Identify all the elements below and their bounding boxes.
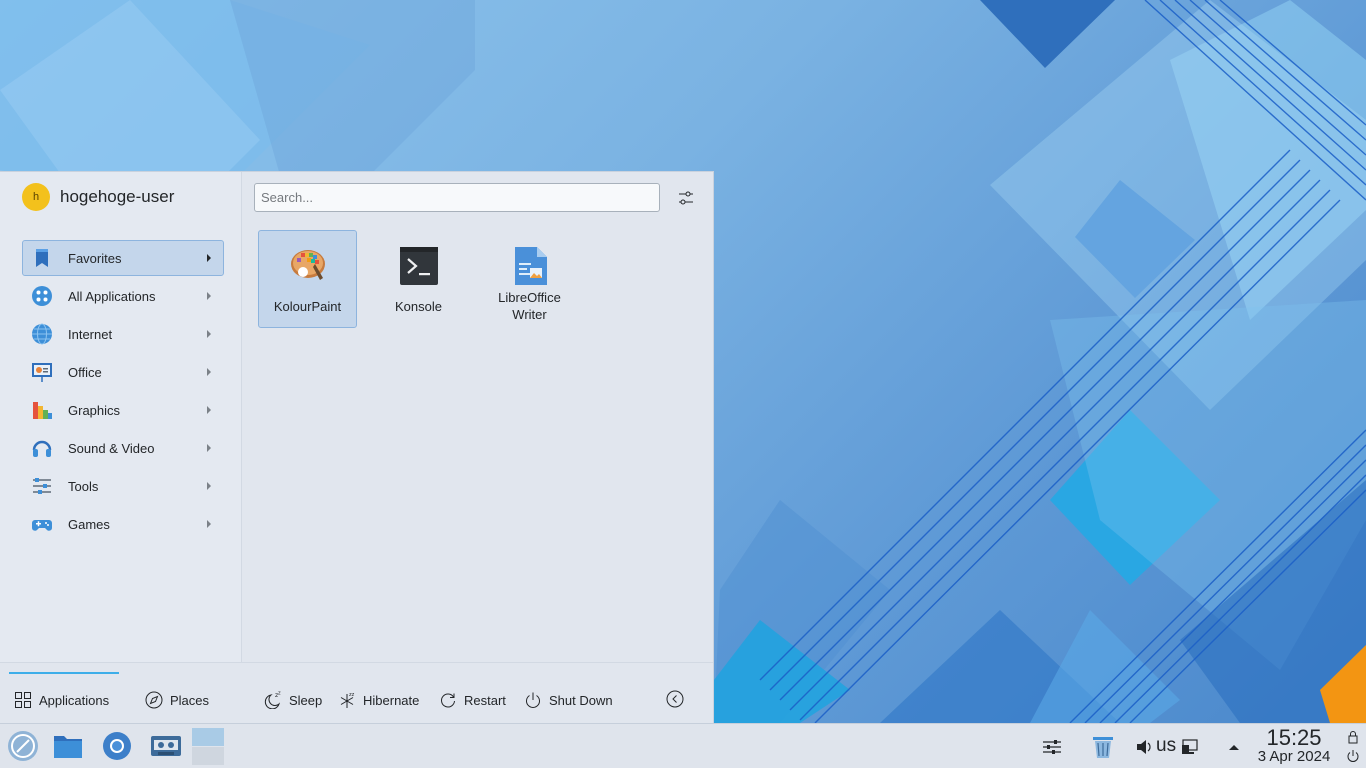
kolourpaint-icon bbox=[291, 250, 325, 280]
chevron-right-icon bbox=[207, 520, 211, 528]
libreoffice-writer-icon bbox=[515, 247, 547, 285]
user-profile[interactable]: h hogehoge-user bbox=[22, 183, 174, 211]
collapse-power-actions-button[interactable] bbox=[665, 689, 685, 709]
grid-icon bbox=[15, 692, 31, 708]
tab-label: Applications bbox=[39, 692, 110, 708]
color-palette-icon bbox=[33, 402, 52, 419]
tab-label: Places bbox=[170, 692, 210, 708]
chevron-up-icon[interactable] bbox=[1223, 736, 1245, 758]
app-label: KolourPaint bbox=[273, 299, 342, 314]
tab-places[interactable]: Places bbox=[145, 682, 209, 718]
category-label: Games bbox=[68, 516, 110, 532]
launcher-sidebar: h hogehoge-user Favorites All Applicatio… bbox=[0, 172, 242, 662]
avatar[interactable]: h bbox=[22, 183, 50, 211]
trash-icon[interactable] bbox=[1090, 734, 1116, 760]
lock-icon[interactable] bbox=[1346, 730, 1360, 744]
category-label: Office bbox=[68, 364, 102, 380]
power-label: Shut Down bbox=[549, 692, 613, 708]
active-tab-indicator bbox=[9, 672, 119, 674]
all-applications-icon bbox=[32, 286, 52, 306]
category-favorites[interactable]: Favorites bbox=[22, 240, 224, 276]
configure-button[interactable] bbox=[674, 186, 698, 210]
chevron-right-icon bbox=[207, 292, 211, 300]
search-input[interactable] bbox=[254, 183, 660, 212]
category-tools[interactable]: Tools bbox=[22, 468, 224, 504]
power-label: Hibernate bbox=[363, 692, 420, 708]
web-browser-icon[interactable] bbox=[101, 730, 133, 762]
category-list: Favorites All Applications Internet Offi… bbox=[22, 240, 224, 544]
clock-date[interactable]: 3 Apr 2024 bbox=[1252, 748, 1336, 765]
app-libreoffice-writer[interactable]: LibreOffice Writer bbox=[480, 230, 579, 328]
sliders-icon bbox=[33, 478, 51, 494]
globe-icon bbox=[32, 323, 52, 345]
tab-applications[interactable]: Applications bbox=[14, 682, 109, 718]
chevron-right-icon bbox=[207, 254, 211, 262]
chevron-right-icon bbox=[207, 406, 211, 414]
category-graphics[interactable]: Graphics bbox=[22, 392, 224, 428]
network-icon[interactable] bbox=[1180, 736, 1202, 758]
category-label: Favorites bbox=[68, 250, 122, 266]
category-sound-video[interactable]: Sound & Video bbox=[22, 430, 224, 466]
category-office[interactable]: Office bbox=[22, 354, 224, 390]
chevron-right-icon bbox=[207, 444, 211, 452]
sleep-button[interactable]: z z Sleep bbox=[264, 682, 322, 718]
system-settings-icon[interactable] bbox=[1041, 736, 1063, 758]
category-label: All Applications bbox=[68, 288, 156, 304]
power-label: Restart bbox=[464, 692, 506, 708]
presentation-icon bbox=[32, 363, 52, 382]
category-label: Graphics bbox=[68, 402, 121, 418]
gamepad-icon bbox=[32, 520, 52, 531]
category-label: Internet bbox=[68, 326, 113, 342]
headphones-icon bbox=[32, 440, 52, 457]
chevron-right-icon bbox=[207, 330, 211, 338]
shutdown-button[interactable]: Shut Down bbox=[524, 682, 613, 718]
restart-button[interactable]: Restart bbox=[439, 682, 506, 718]
power-icon[interactable] bbox=[1346, 749, 1360, 763]
app-label: Konsole bbox=[395, 299, 442, 314]
app-konsole[interactable]: Konsole bbox=[369, 230, 468, 328]
launcher-footer: Applications Places z z Sleep zz Hiberna… bbox=[0, 662, 713, 725]
taskbar-panel: us 15:25 3 Apr 2024 bbox=[0, 723, 1366, 768]
compass-icon bbox=[145, 691, 163, 709]
username-label: hogehoge-user bbox=[60, 187, 175, 206]
sliders-icon bbox=[679, 191, 693, 205]
konsole-icon bbox=[400, 247, 438, 285]
desktop-1[interactable] bbox=[192, 728, 224, 746]
sleep-icon: z z bbox=[264, 691, 281, 709]
category-internet[interactable]: Internet bbox=[22, 316, 224, 352]
chevron-right-icon bbox=[207, 368, 211, 376]
svg-text:z: z bbox=[278, 691, 281, 697]
virtual-desktop-pager[interactable] bbox=[192, 728, 224, 765]
desktop-2[interactable] bbox=[192, 747, 224, 765]
media-player-icon[interactable] bbox=[150, 730, 182, 762]
keyboard-layout-indicator[interactable]: us bbox=[1156, 735, 1176, 757]
app-kolourpaint[interactable]: KolourPaint bbox=[258, 230, 357, 328]
restart-icon bbox=[441, 693, 455, 708]
shutdown-icon bbox=[526, 692, 540, 708]
category-games[interactable]: Games bbox=[22, 506, 224, 542]
app-label: LibreOffice bbox=[498, 290, 561, 305]
application-launcher-icon[interactable] bbox=[7, 730, 39, 762]
hibernate-button[interactable]: zz Hibernate bbox=[338, 682, 419, 718]
application-launcher-menu: h hogehoge-user Favorites All Applicatio… bbox=[0, 171, 714, 723]
hibernate-icon: zz bbox=[340, 692, 355, 708]
power-label: Sleep bbox=[289, 692, 323, 708]
svg-text:zz: zz bbox=[349, 692, 355, 698]
volume-icon[interactable] bbox=[1134, 736, 1156, 758]
category-label: Tools bbox=[68, 478, 99, 494]
file-manager-icon[interactable] bbox=[52, 730, 84, 762]
bookmark-icon bbox=[36, 249, 48, 267]
app-label: Writer bbox=[512, 307, 547, 322]
category-label: Sound & Video bbox=[68, 440, 155, 456]
chevron-right-icon bbox=[207, 482, 211, 490]
category-all-applications[interactable]: All Applications bbox=[22, 278, 224, 314]
